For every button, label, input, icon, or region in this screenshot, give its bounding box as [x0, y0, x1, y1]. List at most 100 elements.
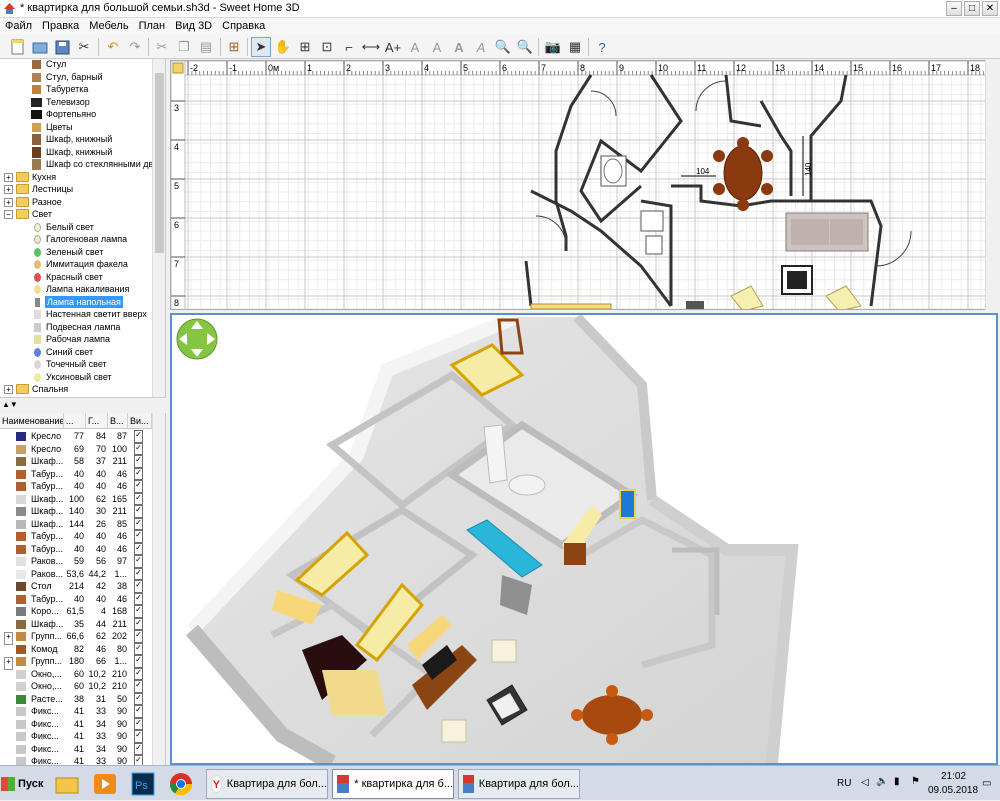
floor-plan-drawing[interactable]: -2 -1 0м 1 2 3 4 5 6 7 8 9 10 11 12 13 14 15 16 17 183456781… [171, 61, 998, 310]
help-icon[interactable]: ? [592, 37, 612, 57]
visible-checkbox[interactable]: ✓ [134, 642, 143, 655]
table-row[interactable]: Коро... 61,5 4 168 ✓ [0, 605, 152, 618]
visible-checkbox[interactable]: ✓ [134, 517, 143, 530]
preferences-icon[interactable]: ✂ [74, 37, 94, 57]
menu-furniture[interactable]: Мебель [84, 18, 133, 35]
menu-file[interactable]: Файл [0, 18, 37, 35]
cut-icon[interactable]: ✂ [152, 37, 172, 57]
zoom-out-icon[interactable]: 🔍 [515, 37, 535, 57]
media-player-icon[interactable] [90, 769, 120, 799]
table-row[interactable]: Табур... 40 40 46 ✓ [0, 542, 152, 555]
column-header-name[interactable]: Наименование [0, 413, 64, 429]
table-row[interactable]: Раков... 59 56 97 ✓ [0, 555, 152, 568]
table-row[interactable]: Кресло 77 84 87 ✓ [0, 430, 152, 443]
visible-checkbox[interactable]: ✓ [134, 567, 143, 580]
notification-icon[interactable]: ▭ [982, 778, 991, 789]
copy-icon[interactable]: ❐ [174, 37, 194, 57]
table-row[interactable]: Табур... 40 40 46 ✓ [0, 467, 152, 480]
table-row[interactable]: Кресло 69 70 100 ✓ [0, 442, 152, 455]
visible-checkbox[interactable]: ✓ [134, 742, 143, 755]
redo-icon[interactable]: ↷ [125, 37, 145, 57]
create-video-icon[interactable]: ▦ [565, 37, 585, 57]
visible-checkbox[interactable]: ✓ [134, 455, 143, 468]
visible-checkbox[interactable]: ✓ [134, 492, 143, 505]
volume-icon[interactable]: 🔈 [876, 776, 888, 787]
clock-time[interactable]: 21:02 [941, 771, 966, 782]
clock-date[interactable]: 09.05.2018 [928, 785, 978, 796]
catalog-scrollbar[interactable] [152, 59, 165, 397]
visible-checkbox[interactable]: ✓ [134, 580, 143, 593]
create-photo-icon[interactable]: 📷 [543, 37, 563, 57]
create-polylines-icon[interactable]: ⌐ [339, 37, 359, 57]
table-row[interactable]: Шкаф... 100 62 165 ✓ [0, 492, 152, 505]
furniture-catalog[interactable]: Стул Стул, барный Табуретка Телевизор Фо… [0, 59, 166, 397]
visible-checkbox[interactable]: ✓ [134, 430, 143, 443]
visible-checkbox[interactable]: ✓ [134, 505, 143, 518]
tray-expand-icon[interactable]: ◁ [861, 777, 869, 788]
close-button[interactable]: ✕ [982, 1, 998, 16]
catalog-row-selected[interactable]: Лампа напольная [0, 295, 165, 308]
maximize-button[interactable]: □ [964, 1, 980, 16]
table-row[interactable]: + Групп... 66,6 62 202 ✓ [0, 630, 152, 645]
table-row[interactable]: Фикс... 41 33 90 ✓ [0, 730, 152, 743]
visible-checkbox[interactable]: ✓ [134, 480, 143, 493]
panel-splitter[interactable]: ▲▼ [0, 397, 166, 412]
text-style-icon[interactable]: A [405, 37, 425, 57]
visible-checkbox[interactable]: ✓ [134, 467, 143, 480]
column-header-width[interactable]: ... [64, 413, 86, 429]
add-text-icon[interactable]: A+ [383, 37, 403, 57]
table-scrollbar[interactable] [152, 413, 165, 765]
select-mode-icon[interactable]: ➤ [251, 37, 271, 57]
menu-view-3d[interactable]: Вид 3D [170, 18, 217, 35]
flag-icon[interactable]: ⚑ [911, 776, 920, 787]
start-button[interactable]: Пуск [1, 772, 45, 796]
file-explorer-icon[interactable] [52, 769, 82, 799]
visible-checkbox[interactable]: ✓ [134, 530, 143, 543]
table-row[interactable]: Шкаф... 140 30 211 ✓ [0, 505, 152, 518]
taskbar-window-yandex[interactable]: Y Квартира для бол... [206, 769, 328, 799]
3d-view[interactable] [170, 313, 998, 765]
plan-scrollbar[interactable] [985, 60, 998, 310]
menu-help[interactable]: Справка [217, 18, 270, 35]
table-row[interactable]: Комод 82 46 80 ✓ [0, 642, 152, 655]
taskbar-window-sh3d[interactable]: Квартира для бол... [458, 769, 580, 799]
plan-view[interactable]: -2 -1 0м 1 2 3 4 5 6 7 8 9 10 11 12 13 14 15 16 17 18 3 4 5 6 7 8 1… [170, 60, 998, 310]
visible-checkbox[interactable]: ✓ [134, 680, 143, 693]
navigation-arrows-icon[interactable] [176, 318, 218, 360]
visible-checkbox[interactable]: ✓ [134, 542, 143, 555]
new-file-icon[interactable] [8, 37, 28, 57]
create-dimensions-icon[interactable]: ⟷ [361, 37, 381, 57]
pan-mode-icon[interactable]: ✋ [273, 37, 293, 57]
column-header-height[interactable]: В... [108, 413, 128, 429]
table-row[interactable]: Расте... 38 31 50 ✓ [0, 692, 152, 705]
table-row[interactable]: Фикс... 41 33 90 ✓ [0, 755, 152, 765]
table-row[interactable]: Шкаф... 58 37 211 ✓ [0, 455, 152, 468]
network-icon[interactable]: ▮ [894, 776, 900, 787]
visible-checkbox[interactable]: ✓ [134, 692, 143, 705]
table-row[interactable]: Окно,... 60 10,2 210 ✓ [0, 680, 152, 693]
taskbar-window-sh3d-active[interactable]: * квартирка для б... [332, 769, 454, 799]
table-row[interactable]: Окно,... 60 10,2 210 ✓ [0, 667, 152, 680]
furniture-table[interactable]: Наименование ... Г... В... Ви... Кресло 7… [0, 413, 166, 765]
undo-icon[interactable]: ↶ [103, 37, 123, 57]
table-row[interactable]: Шкаф... 35 44 211 ✓ [0, 617, 152, 630]
visible-checkbox[interactable]: ✓ [134, 667, 143, 680]
table-row[interactable]: Табур... 40 40 46 ✓ [0, 592, 152, 605]
italic-text-icon[interactable]: A [471, 37, 491, 57]
table-row[interactable]: + Групп... 180 66 1... ✓ [0, 655, 152, 670]
visible-checkbox[interactable]: ✓ [134, 605, 143, 618]
visible-checkbox[interactable]: ✓ [134, 555, 143, 568]
create-walls-icon[interactable]: ⊞ [295, 37, 315, 57]
column-header-depth[interactable]: Г... [86, 413, 108, 429]
table-row[interactable]: Шкаф... 144 26 85 ✓ [0, 517, 152, 530]
minimize-button[interactable]: – [946, 1, 962, 16]
zoom-in-icon[interactable]: 🔍 [493, 37, 513, 57]
visible-checkbox[interactable]: ✓ [134, 630, 143, 643]
visible-checkbox[interactable]: ✓ [134, 442, 143, 455]
visible-checkbox[interactable]: ✓ [134, 592, 143, 605]
3d-apartment-render[interactable] [172, 315, 996, 763]
table-row[interactable]: Стол 214 42 38 ✓ [0, 580, 152, 593]
table-row[interactable]: Фикс... 41 34 90 ✓ [0, 717, 152, 730]
chrome-icon[interactable] [166, 769, 196, 799]
visible-checkbox[interactable]: ✓ [134, 705, 143, 718]
